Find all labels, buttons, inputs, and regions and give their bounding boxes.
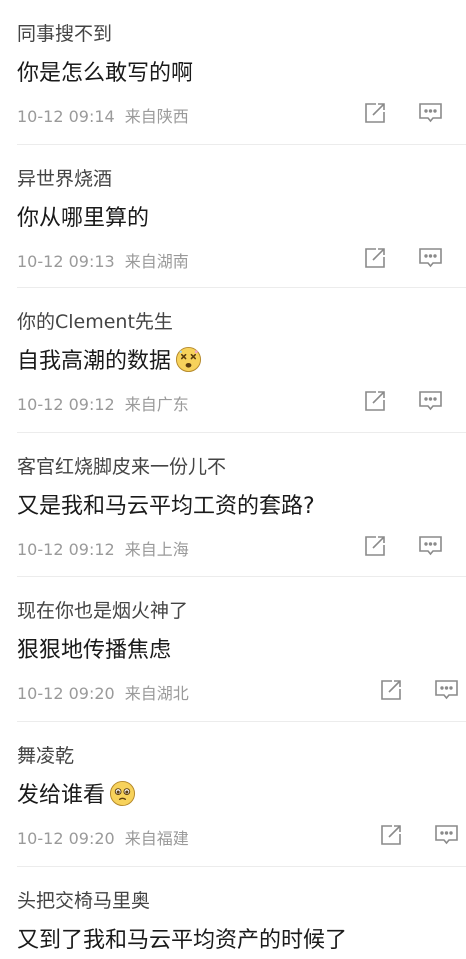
comment-text-content: 你从哪里算的 (17, 206, 150, 231)
share-icon (381, 825, 401, 845)
comment-text-content: 狠狠地传播焦虑 (17, 638, 172, 663)
comment-text: 又是我和马云平均工资的套路? (17, 488, 315, 520)
comment-text: 你是怎么敢写的啊 (17, 55, 193, 87)
share-button[interactable] (362, 388, 388, 414)
comment-text-content: 发给谁看 (17, 783, 106, 808)
reply-button[interactable] (417, 245, 443, 271)
comment-meta: 10-12 09:12 来自广东 (17, 391, 189, 415)
reply-button[interactable] (417, 100, 443, 126)
comment-time: 10-12 09:14 (17, 107, 115, 126)
reply-button[interactable] (417, 388, 443, 414)
comment-icon (418, 103, 442, 123)
comment-text-content: 你是怎么敢写的啊 (17, 61, 194, 86)
comment-meta: 10-12 09:20 来自福建 (17, 825, 189, 849)
comment-text: 狠狠地传播焦虑 (17, 632, 171, 664)
comment-time: 10-12 09:12 (17, 540, 115, 559)
comment-text-content: 自我高潮的数据 (17, 349, 172, 374)
comment-username[interactable]: 现在你也是烟火神了 (17, 596, 188, 623)
comment-location: 来自湖北 (124, 684, 189, 703)
share-button[interactable] (362, 100, 388, 126)
comment-icon (418, 391, 442, 411)
comment-location: 来自上海 (124, 540, 189, 559)
comment-location: 来自陕西 (124, 107, 189, 126)
comment-location: 来自福建 (124, 829, 189, 848)
comment-item: 客官红烧脚皮来一份儿不 又是我和马云平均工资的套路? 10-12 09:12 来自… (0, 433, 466, 577)
comment-text: 自我高潮的数据 (17, 343, 202, 375)
share-icon (365, 391, 385, 411)
comment-location: 来自广东 (124, 395, 189, 414)
comment-time: 10-12 09:12 (17, 395, 115, 414)
comment-meta: 10-12 09:20 来自湖北 (17, 680, 189, 704)
comment-text-content: 又是我和马云平均工资的套路? (17, 494, 315, 519)
comment-item: 头把交椅马里奥 又到了我和马云平均资产的时候了 (0, 867, 466, 959)
comment-username[interactable]: 你的Clement先生 (17, 307, 173, 334)
comment-meta: 10-12 09:13 来自湖南 (17, 248, 189, 272)
comment-item: 你的Clement先生 自我高潮的数据 10-12 09:12 来自广东 (0, 288, 466, 433)
dizzy-face-emoji (175, 346, 202, 372)
comment-icon (434, 680, 458, 700)
comment-item: 同事搜不到 你是怎么敢写的啊 10-12 09:14 来自陕西 (0, 0, 466, 145)
comment-item: 现在你也是烟火神了 狠狠地传播焦虑 10-12 09:20 来自湖北 (0, 577, 466, 722)
comment-text: 又到了我和马云平均资产的时候了 (17, 922, 347, 954)
comment-username[interactable]: 客官红烧脚皮来一份儿不 (17, 452, 226, 479)
share-icon (365, 248, 385, 268)
share-button[interactable] (378, 822, 404, 848)
share-button[interactable] (362, 245, 388, 271)
comment-username[interactable]: 舞凌乾 (17, 741, 74, 768)
comment-meta: 10-12 09:14 来自陕西 (17, 103, 189, 127)
share-button[interactable] (378, 677, 404, 703)
comment-username[interactable]: 同事搜不到 (17, 19, 112, 46)
comment-meta: 10-12 09:12 来自上海 (17, 536, 189, 560)
share-button[interactable] (362, 533, 388, 559)
comment-icon (418, 248, 442, 268)
pleading-face-emoji (109, 780, 136, 806)
comment-time: 10-12 09:13 (17, 252, 115, 271)
comment-text-content: 又到了我和马云平均资产的时候了 (17, 928, 348, 953)
comment-item: 异世界烧酒 你从哪里算的 10-12 09:13 来自湖南 (0, 145, 466, 288)
comment-text: 你从哪里算的 (17, 200, 149, 232)
comment-icon (434, 825, 458, 845)
comment-location: 来自湖南 (124, 252, 189, 271)
share-icon (365, 103, 385, 123)
comment-username[interactable]: 异世界烧酒 (17, 164, 112, 191)
comment-text: 发给谁看 (17, 777, 136, 809)
comment-time: 10-12 09:20 (17, 684, 115, 703)
reply-button[interactable] (417, 533, 443, 559)
comment-icon (418, 536, 442, 556)
comment-item: 舞凌乾 发给谁看 10-12 09:20 来自福建 (0, 722, 466, 867)
reply-button[interactable] (433, 822, 459, 848)
share-icon (365, 536, 385, 556)
comment-time: 10-12 09:20 (17, 829, 115, 848)
share-icon (381, 680, 401, 700)
comment-username[interactable]: 头把交椅马里奥 (17, 886, 150, 913)
reply-button[interactable] (433, 677, 459, 703)
